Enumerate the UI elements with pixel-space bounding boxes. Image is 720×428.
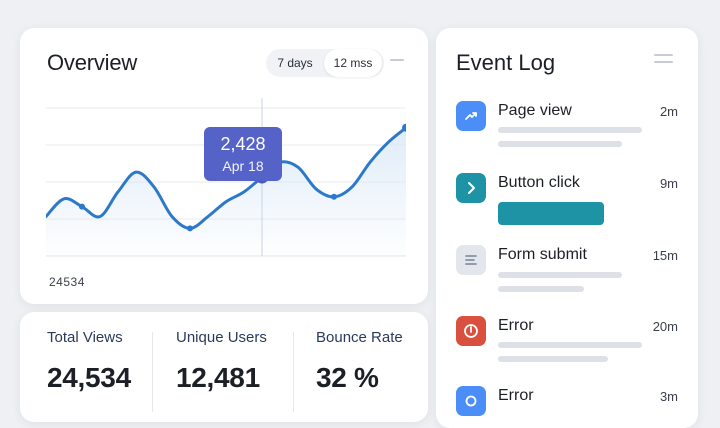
stat-label: Unique Users	[176, 329, 267, 346]
stat-value: 24,534	[47, 362, 131, 393]
event-name: Error	[498, 317, 534, 334]
event-log-title: Event Log	[456, 50, 556, 75]
event-detail-bar	[498, 127, 642, 133]
event-log-card: Event Log Page view 2m Button click 9m F…	[436, 28, 698, 428]
chart-footer-value: 24534	[49, 275, 85, 289]
event-detail-bar	[498, 342, 642, 348]
event-detail-bar	[498, 272, 622, 278]
chart-point	[79, 203, 85, 210]
trending-arrow-icon	[456, 101, 486, 131]
chart-tooltip: 2,428 Apr 18	[204, 127, 282, 181]
divider	[293, 332, 294, 412]
event-detail-bar	[498, 141, 622, 147]
stat-bounce-rate: Bounce Rate 32 %	[316, 329, 403, 394]
stat-unique-users: Unique Users 12,481	[176, 329, 267, 394]
stats-card: Total Views 24,534 Unique Users 12,481 B…	[20, 312, 428, 422]
chart-point	[331, 193, 337, 200]
stat-total-views: Total Views 24,534	[47, 329, 131, 394]
overview-menu-icon[interactable]	[390, 59, 408, 66]
event-time: 9m	[659, 176, 678, 191]
range-option-12-mss[interactable]: 12 mss	[324, 49, 382, 77]
event-name: Page view	[498, 102, 572, 119]
event-name: Error	[498, 387, 534, 404]
divider	[152, 332, 153, 412]
stat-label: Bounce Rate	[316, 329, 403, 346]
list-lines-icon	[456, 245, 486, 275]
tooltip-date: Apr 18	[222, 158, 264, 174]
event-detail-bar	[498, 202, 604, 225]
event-name: Button click	[498, 174, 580, 191]
circle-icon	[456, 386, 486, 416]
event-detail-bar	[498, 286, 584, 292]
event-time: 3m	[659, 389, 678, 404]
chevron-right-icon	[456, 173, 486, 203]
overview-title: Overview	[47, 50, 138, 75]
event-time: 20m	[652, 319, 678, 334]
overview-chart	[46, 98, 406, 257]
stat-value: 12,481	[176, 362, 260, 393]
event-detail-bar	[498, 356, 608, 362]
event-time: 2m	[659, 104, 678, 119]
event-time: 15m	[652, 248, 678, 263]
stat-value: 32 %	[316, 362, 379, 393]
chart-point	[187, 225, 193, 232]
event-name: Form submit	[498, 246, 587, 263]
power-icon	[456, 316, 486, 346]
tooltip-value: 2,428	[220, 134, 266, 154]
range-option-7-days[interactable]: 7 days	[266, 49, 324, 77]
stat-label: Total Views	[47, 329, 123, 346]
event-log-menu-icon[interactable]	[654, 54, 673, 68]
overview-card: Overview 7 days 12 mss 2,428 Apr 18 2453…	[20, 28, 428, 304]
range-selector: 7 days 12 mss	[266, 49, 384, 77]
